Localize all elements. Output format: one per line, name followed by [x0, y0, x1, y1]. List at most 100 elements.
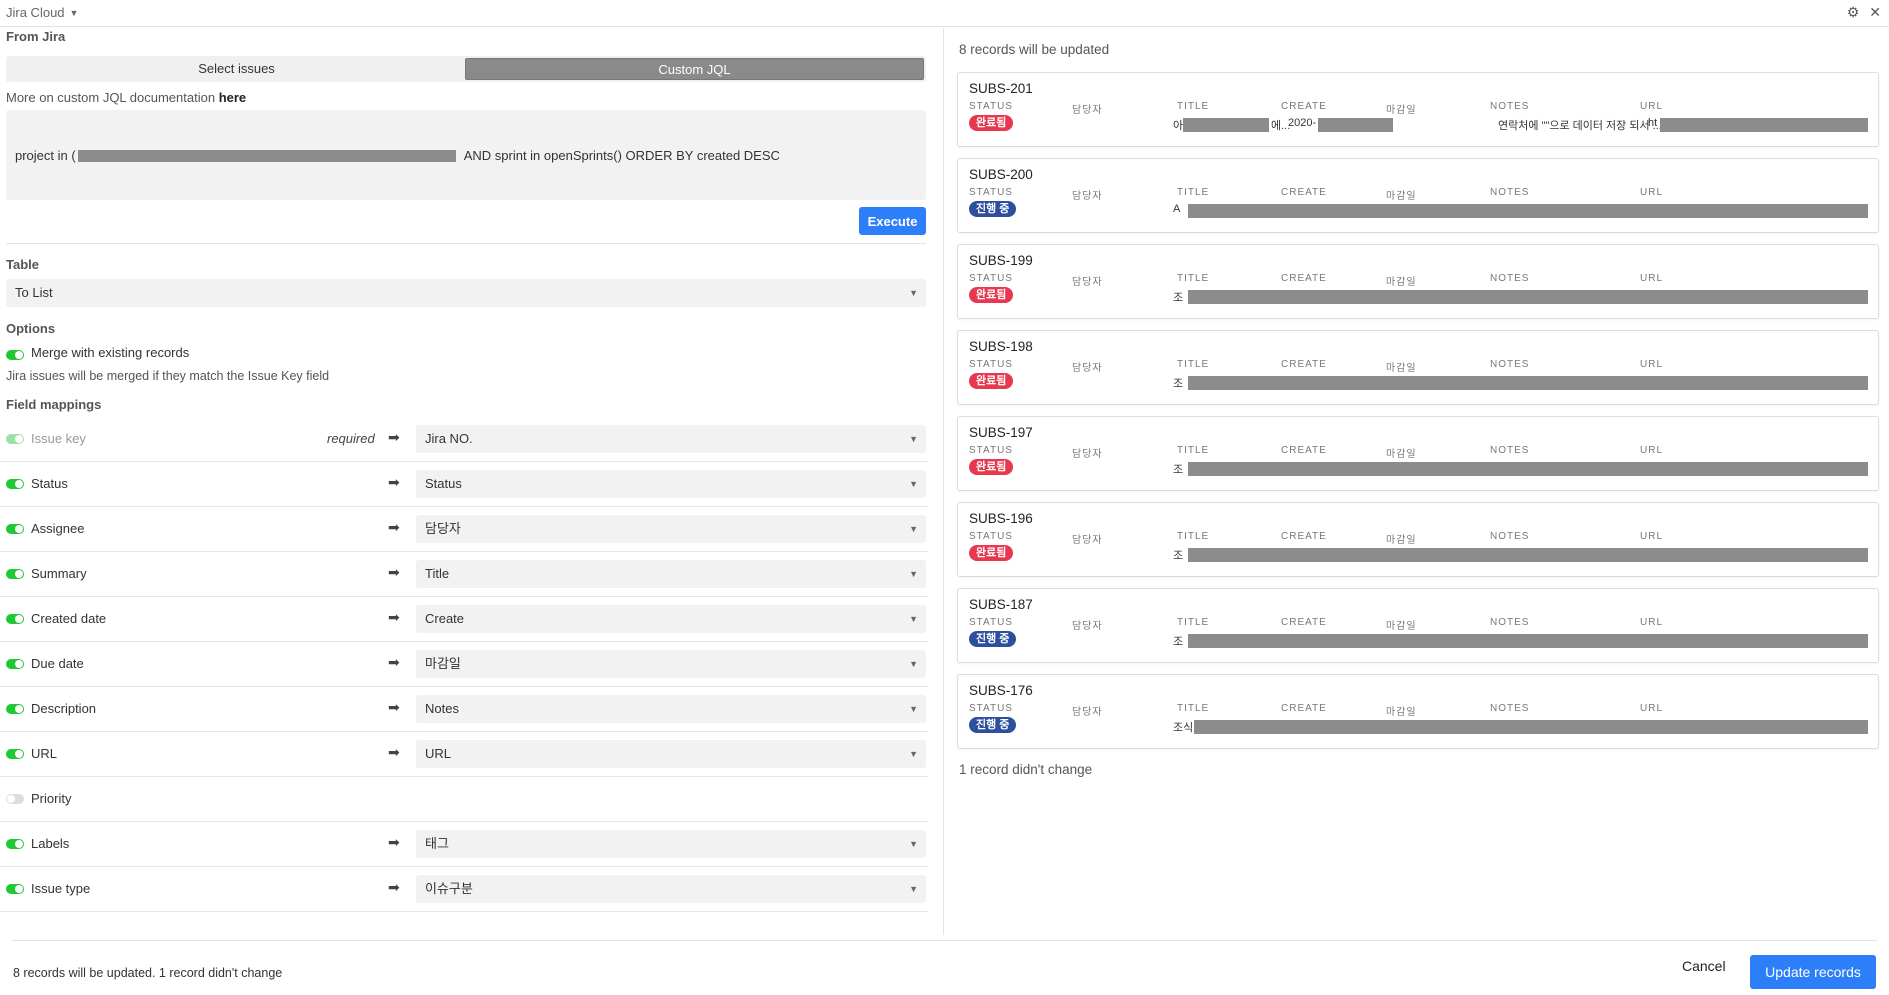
mapping-field-name: Summary — [31, 566, 87, 581]
mapping-target-value: 담당자 — [425, 521, 461, 536]
mapping-field-name: Status — [31, 476, 68, 491]
chevron-down-icon: ▼ — [909, 884, 918, 894]
mapping-target-select[interactable]: 태그 ▼ — [416, 830, 926, 858]
col-due-header: 마감일 — [1386, 621, 1417, 632]
footer-divider — [12, 940, 1877, 941]
table-label: Table — [6, 257, 39, 272]
chevron-down-icon: ▼ — [909, 569, 918, 579]
mapping-target-select[interactable]: 마감일 ▼ — [416, 650, 926, 678]
right-panel: 8 records will be updated SUBS-201 STATUS… — [945, 28, 1889, 935]
chevron-down-icon: ▼ — [909, 434, 918, 444]
mapping-target-value: Status — [425, 476, 462, 491]
col-status-header: STATUS — [969, 531, 1013, 542]
mapping-toggle[interactable] — [6, 704, 24, 714]
status-badge: 진행 중 — [969, 201, 1017, 217]
cancel-button[interactable]: Cancel — [1682, 958, 1726, 974]
mapping-target-select[interactable]: Notes ▼ — [416, 695, 926, 723]
mapping-field-name: Created date — [31, 611, 107, 626]
mapping-toggle[interactable] — [6, 749, 24, 759]
col-status-header: STATUS — [969, 273, 1013, 284]
status-badge: 완료됨 — [969, 459, 1014, 475]
field-mappings-label: Field mappings — [6, 397, 102, 412]
record-title-start: 조식 — [1173, 722, 1194, 734]
redacted-block — [1188, 634, 1868, 648]
jql-doc-line: More on custom JQL documentation here — [6, 90, 246, 105]
record-create-start: 2020- — [1288, 117, 1317, 129]
col-assignee-header: 담당자 — [1072, 105, 1103, 116]
col-url-header: URL — [1640, 445, 1664, 456]
update-records-button[interactable]: Update records — [1750, 955, 1876, 989]
jql-suffix: AND sprint in openSprints() ORDER BY cre… — [463, 148, 780, 163]
tab-select-issues[interactable]: Select issues — [8, 58, 465, 80]
mapping-row: Description ➡ Notes ▼ — [0, 687, 928, 732]
record-key: SUBS-198 — [969, 339, 1033, 354]
mapping-field-name: Labels — [31, 836, 70, 851]
col-create-header: CREATE — [1281, 445, 1327, 456]
status-badge: 완료됨 — [969, 545, 1014, 561]
record-key: SUBS-196 — [969, 511, 1033, 526]
mapping-row: Due date ➡ 마감일 ▼ — [0, 642, 928, 687]
col-create-header: CREATE — [1281, 359, 1327, 370]
table-select[interactable]: To List ▼ — [6, 279, 926, 307]
arrow-right-icon: ➡ — [388, 699, 400, 715]
mapping-row: Created date ➡ Create ▼ — [0, 597, 928, 642]
mapping-toggle[interactable] — [6, 839, 24, 849]
mapping-toggle[interactable] — [6, 884, 24, 894]
col-notes-header: NOTES — [1490, 531, 1530, 542]
col-status-header: STATUS — [969, 445, 1013, 456]
mapping-target-select[interactable]: Create ▼ — [416, 605, 926, 633]
col-notes-header: NOTES — [1490, 617, 1530, 628]
col-status-header: STATUS — [969, 101, 1013, 112]
tab-custom-jql[interactable]: Custom JQL — [465, 58, 924, 80]
execute-button[interactable]: Execute — [859, 207, 926, 235]
col-url-header: URL — [1640, 273, 1664, 284]
merge-toggle[interactable] — [6, 350, 24, 360]
status-badge: 완료됨 — [969, 115, 1014, 131]
close-icon[interactable]: ✕ — [1869, 4, 1881, 21]
record-card: SUBS-196 STATUS 담당자 TITLE CREATE 마감일 NOTES URL 완… — [957, 502, 1879, 577]
mapping-toggle[interactable] — [6, 479, 24, 489]
arrow-right-icon: ➡ — [388, 429, 400, 445]
col-notes-header: NOTES — [1490, 187, 1530, 198]
col-notes-header: NOTES — [1490, 359, 1530, 370]
mapping-target-select[interactable]: Status ▼ — [416, 470, 926, 498]
arrow-right-icon: ➡ — [388, 519, 400, 535]
jql-doc-link[interactable]: here — [219, 90, 246, 105]
chevron-down-icon: ▼ — [69, 7, 79, 18]
col-create-header: CREATE — [1281, 703, 1327, 714]
col-due-header: 마감일 — [1386, 277, 1417, 288]
mapping-target-select[interactable]: Title ▼ — [416, 560, 926, 588]
col-notes-header: NOTES — [1490, 703, 1530, 714]
mapping-target-select[interactable]: 이슈구분 ▼ — [416, 875, 926, 903]
mapping-target-select[interactable]: URL ▼ — [416, 740, 926, 768]
mapping-row: Assignee ➡ 담당자 ▼ — [0, 507, 928, 552]
arrow-right-icon: ➡ — [388, 564, 400, 580]
mapping-field-name: Priority — [31, 791, 72, 806]
record-url-start: ht — [1648, 117, 1658, 129]
record-card: SUBS-198 STATUS 담당자 TITLE CREATE 마감일 NOTES URL 완… — [957, 330, 1879, 405]
redacted-block — [1318, 118, 1393, 132]
mapping-toggle[interactable] — [6, 614, 24, 624]
status-badge: 진행 중 — [969, 717, 1017, 733]
status-badge: 완료됨 — [969, 287, 1014, 303]
mapping-toggle[interactable] — [6, 794, 24, 804]
mapping-toggle[interactable] — [6, 569, 24, 579]
redacted-block — [1188, 548, 1868, 562]
mapping-row: Priority — [0, 777, 928, 822]
mapping-toggle[interactable] — [6, 659, 24, 669]
mapping-toggle[interactable] — [6, 524, 24, 534]
col-assignee-header: 담당자 — [1072, 707, 1103, 718]
col-url-header: URL — [1640, 359, 1664, 370]
col-status-header: STATUS — [969, 359, 1013, 370]
mapping-target-select[interactable]: 담당자 ▼ — [416, 515, 926, 543]
mapping-target-value: URL — [425, 746, 452, 761]
app-switcher[interactable]: Jira Cloud ▼ — [6, 5, 78, 20]
jql-input[interactable]: project in ( AND sprint in openSprints()… — [6, 110, 926, 200]
gear-icon[interactable]: ⚙ — [1847, 4, 1860, 21]
record-key: SUBS-187 — [969, 597, 1033, 612]
mapping-target-select[interactable]: Jira NO. ▼ — [416, 425, 926, 453]
col-assignee-header: 담당자 — [1072, 277, 1103, 288]
arrow-right-icon: ➡ — [388, 879, 400, 895]
record-card: SUBS-176 STATUS 담당자 TITLE CREATE 마감일 NOTES URL 진… — [957, 674, 1879, 749]
col-due-header: 마감일 — [1386, 707, 1417, 718]
